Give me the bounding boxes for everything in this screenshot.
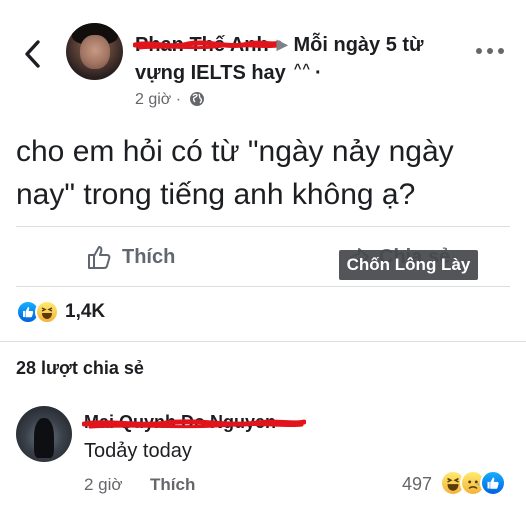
post-text: cho em hỏi có từ "ngày nảy ngày nay" tro… bbox=[16, 135, 454, 211]
globe-icon bbox=[189, 92, 204, 106]
redaction-scribble bbox=[82, 419, 306, 429]
post-meta: 2 giờ · bbox=[135, 89, 205, 111]
group-name[interactable]: Mỗi ngày 5 từ bbox=[293, 34, 423, 56]
post-time[interactable]: 2 giờ bbox=[135, 91, 171, 108]
group-suffix: ^^ bbox=[293, 61, 311, 76]
reactions-summary[interactable]: 1,4K bbox=[16, 299, 105, 325]
divider bbox=[16, 286, 510, 287]
divider bbox=[16, 226, 510, 227]
back-icon[interactable] bbox=[20, 38, 46, 70]
comment-reaction-count[interactable]: 497 bbox=[402, 473, 432, 495]
haha-reaction-icon bbox=[35, 300, 59, 324]
comment-author-avatar[interactable] bbox=[16, 406, 72, 462]
like-outline-icon bbox=[88, 246, 111, 269]
comment-reactions[interactable] bbox=[440, 470, 506, 496]
like-button[interactable]: Thích bbox=[86, 241, 175, 273]
post-header-line: Phan Thế Anh ▶ Mỗi ngày 5 từ bbox=[133, 32, 424, 59]
redaction-scribble bbox=[133, 40, 281, 50]
comment-author-name[interactable]: Mai Quynh Do Nguyen bbox=[82, 412, 306, 433]
share-count[interactable]: 28 lượt chia sẻ bbox=[16, 358, 144, 379]
divider bbox=[0, 341, 526, 342]
separator-dot: · bbox=[315, 62, 322, 84]
comment-like-button[interactable]: Thích bbox=[150, 474, 195, 496]
like-reaction-icon bbox=[480, 470, 506, 496]
like-label: Thích bbox=[122, 245, 176, 268]
comment-text: Todảy today bbox=[84, 440, 192, 462]
post-author-name[interactable]: Phan Thế Anh bbox=[133, 34, 281, 56]
post-author-avatar[interactable] bbox=[66, 23, 123, 80]
group-name-line2: vựng IELTS hay bbox=[135, 62, 286, 84]
watermark-label: Chốn Lông Lày bbox=[339, 250, 478, 280]
group-arrow-icon: ▶ bbox=[276, 36, 288, 52]
comment-time[interactable]: 2 giờ bbox=[84, 474, 123, 496]
group-name-continued[interactable]: vựng IELTS hay ^^ · bbox=[135, 60, 322, 88]
more-options-icon[interactable] bbox=[476, 46, 506, 56]
reaction-count: 1,4K bbox=[65, 301, 106, 322]
